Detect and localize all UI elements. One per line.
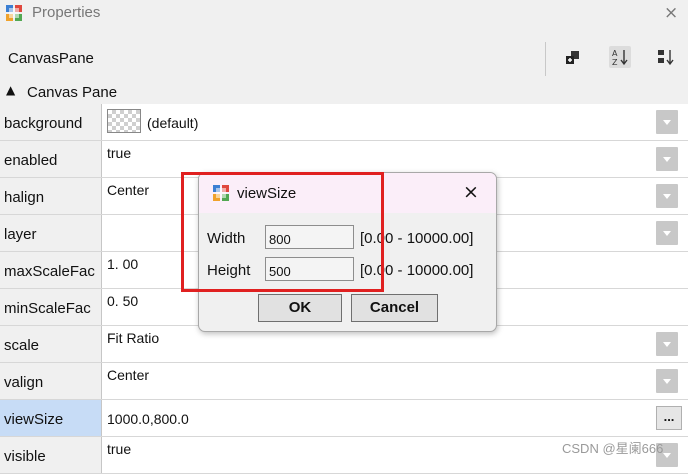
svg-text:A: A [612, 49, 618, 58]
collapse-arrow-icon[interactable]: ▲ [6, 83, 15, 97]
dropdown-arrow-icon[interactable] [656, 184, 678, 208]
property-name: viewSize [4, 411, 64, 428]
property-name-cell: visible [0, 437, 102, 473]
property-name-cell: background [0, 104, 102, 140]
property-row-valign[interactable]: valign Center [0, 363, 688, 400]
property-name-cell: enabled [0, 141, 102, 177]
window-close-icon[interactable]: × [664, 3, 678, 23]
category-label: Canvas Pane [27, 84, 118, 101]
width-label: Width [207, 230, 246, 247]
selected-object-name: CanvasPane [8, 50, 94, 67]
dialog-titlebar: viewSize × [199, 173, 496, 213]
property-value: Center [107, 182, 150, 198]
property-name: maxScaleFac [4, 263, 95, 280]
properties-app-icon [6, 5, 22, 21]
dropdown-arrow-icon[interactable] [656, 332, 678, 356]
sort-alphabetical-icon[interactable]: A Z [609, 46, 631, 68]
property-name: minScaleFac [4, 300, 91, 317]
svg-text:Z: Z [612, 58, 618, 67]
width-field[interactable] [265, 225, 354, 249]
height-field[interactable] [265, 257, 354, 281]
dialog-title: viewSize [237, 185, 297, 202]
property-name-cell: viewSize [0, 400, 102, 436]
property-name: scale [4, 337, 40, 354]
show-description-icon[interactable] [655, 46, 677, 68]
property-value: 1000.0,800.0 [107, 411, 189, 427]
ok-button[interactable]: OK [258, 294, 342, 322]
property-name: halign [4, 189, 45, 206]
property-value: true [107, 441, 132, 457]
property-name: enabled [4, 152, 58, 169]
property-value: 1. 00 [107, 256, 139, 272]
property-value-cell[interactable]: Center [102, 363, 688, 399]
dropdown-arrow-icon[interactable] [656, 369, 678, 393]
viewsize-dialog: viewSize × Width [0.00 - 10000.00] Heigh… [198, 172, 497, 332]
property-value-cell[interactable]: (default) [102, 104, 688, 140]
property-name-cell: maxScaleFac [0, 252, 102, 288]
color-swatch[interactable] [107, 109, 141, 133]
property-name-cell: scale [0, 326, 102, 362]
object-header: CanvasPane A Z [0, 38, 688, 82]
dialog-app-icon [213, 185, 229, 201]
width-range: [0.00 - 10000.00] [360, 230, 474, 247]
property-name-cell: minScaleFac [0, 289, 102, 325]
property-name: background [4, 115, 83, 132]
window-titlebar: Properties × [0, 0, 688, 28]
property-value: true [107, 145, 132, 161]
property-name: layer [4, 226, 37, 243]
property-name: visible [4, 448, 46, 465]
height-range: [0.00 - 10000.00] [360, 262, 474, 279]
show-categories-icon[interactable] [562, 46, 584, 68]
category-header[interactable]: ▲ Canvas Pane [0, 82, 688, 104]
height-label: Height [207, 262, 251, 279]
toolbar-separator [545, 42, 546, 76]
dialog-close-icon[interactable]: × [463, 181, 479, 203]
property-row-background[interactable]: background (default) [0, 104, 688, 141]
property-name-cell: valign [0, 363, 102, 399]
dropdown-arrow-icon[interactable] [656, 147, 678, 171]
property-name-cell: layer [0, 215, 102, 251]
property-value: Fit Ratio [107, 330, 160, 346]
property-name-cell: halign [0, 178, 102, 214]
dropdown-arrow-icon[interactable] [656, 221, 678, 245]
property-value-cell[interactable]: 1000.0,800.0 [102, 400, 688, 436]
property-row-viewsize[interactable]: viewSize 1000.0,800.0 ... [0, 400, 688, 437]
dropdown-arrow-icon[interactable] [656, 110, 678, 134]
property-name: valign [4, 374, 44, 391]
property-value: 0. 50 [107, 293, 139, 309]
ellipsis-button[interactable]: ... [656, 406, 682, 430]
watermark: CSDN @星阑666 [562, 441, 664, 456]
window-title: Properties [32, 4, 101, 21]
property-value: (default) [147, 115, 199, 131]
cancel-button[interactable]: Cancel [351, 294, 438, 322]
property-value: Center [107, 367, 150, 383]
